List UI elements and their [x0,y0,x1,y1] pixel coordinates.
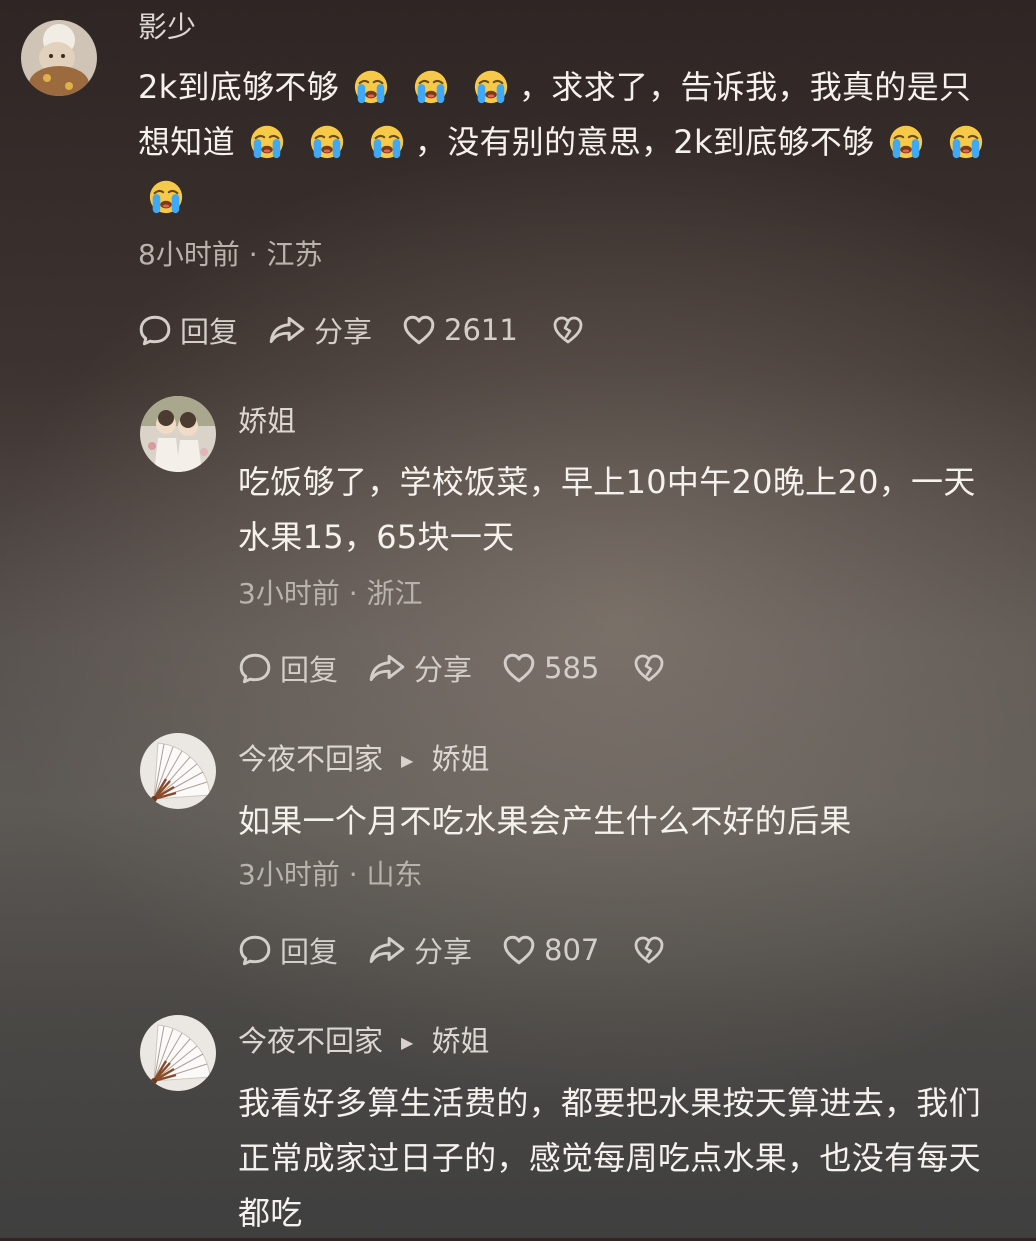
comment-text-line: 都吃 [238,1194,303,1232]
loudly-crying-face-icon [308,122,346,160]
speech-bubble-icon [238,651,272,685]
comment-username-row: 今夜不回家 ▶ 娇姐 [238,741,489,779]
reply-button[interactable]: 回复 [238,929,338,971]
comment-text-line: 正常成家过日子的，感觉每周吃点水果，也没有每天 [238,1139,981,1177]
share-label: 分享 [414,653,473,687]
reply-to-username[interactable]: 娇姐 [431,1024,489,1058]
comment-text-segment: ，求求了，告诉我，我真的是只 [519,68,972,106]
meta-separator: · [348,858,358,891]
comment-meta: 3小时前 · 山东 [238,857,423,893]
comment-username[interactable]: 影少 [138,9,196,45]
loudly-crying-face-icon [352,67,390,105]
share-arrow-icon [368,933,406,967]
comment-time: 3小时前 [238,858,340,891]
loudly-crying-face-icon [412,67,450,105]
meta-separator: · [348,577,358,610]
like-count: 2611 [444,313,518,347]
share-button[interactable]: 分享 [268,309,372,351]
reply-label: 回复 [280,653,339,687]
broken-heart-icon [633,652,665,684]
like-count: 807 [544,933,600,967]
loudly-crying-face-icon [368,122,406,160]
like-count: 585 [544,651,600,685]
comment-text-line: 水果15，65块一天 [238,518,515,556]
comment-username[interactable]: 娇姐 [238,403,296,439]
comment-location: 江苏 [266,238,323,271]
comment-text-line: 我看好多算生活费的，都要把水果按天算进去，我们 [238,1084,981,1122]
comment-text-line: 吃饭够了，学校饭菜，早上10中午20晚上20，一天 [238,463,976,501]
share-label: 分享 [314,315,373,349]
comment-actions: 回复 分享 807 [238,930,703,970]
reply-label: 回复 [180,315,239,349]
broken-heart-icon [552,314,584,346]
comment-username[interactable]: 今夜不回家 [238,742,383,776]
comment-username-row: 今夜不回家 ▶ 娇姐 [238,1023,489,1061]
comment-text-line: 如果一个月不吃水果会产生什么不好的后果 [238,802,852,840]
speech-bubble-icon [238,933,272,967]
avatar[interactable] [140,1015,216,1091]
loudly-crying-face-icon [947,122,985,160]
share-arrow-icon [368,651,406,685]
share-button[interactable]: 分享 [368,929,472,971]
triangle-right-icon: ▶ [401,1033,414,1052]
heart-icon [402,313,436,347]
reply-button[interactable]: 回复 [238,647,338,689]
share-button[interactable]: 分享 [368,647,472,689]
comment-text: 2k到底够不够 ，求求了，告诉我，我真的是只 想知道 ，没有别的意思，2k到底够不够 [138,60,1028,225]
like-button[interactable]: 2611 [402,313,518,347]
reply-to-username[interactable]: 娇姐 [431,742,489,776]
comment-time: 8小时前 [138,238,240,271]
comment-actions: 回复 分享 2611 [138,310,622,350]
comment-location: 浙江 [366,577,423,610]
comment-text-segment: ，没有别的意思，2k到底够不够 [414,123,875,161]
comment-text: 如果一个月不吃水果会产生什么不好的后果 [238,794,1028,849]
reply-button[interactable]: 回复 [138,309,238,351]
dislike-button[interactable] [552,314,592,346]
comment-username[interactable]: 今夜不回家 [238,1024,383,1058]
like-button[interactable]: 585 [502,651,599,685]
heart-icon [502,933,536,967]
comment-text-segment: 2k到底够不够 [138,68,339,106]
comment-meta: 8小时前 · 江苏 [138,237,323,273]
avatar[interactable] [140,733,216,809]
share-label: 分享 [414,935,473,969]
comment-text: 吃饭够了，学校饭菜，早上10中午20晚上20，一天 水果15，65块一天 [238,455,1028,565]
reply-label: 回复 [280,935,339,969]
share-arrow-icon [268,313,306,347]
triangle-right-icon: ▶ [401,751,414,770]
like-button[interactable]: 807 [502,933,599,967]
loudly-crying-face-icon [887,122,925,160]
comment-meta: 3小时前 · 浙江 [238,576,423,612]
comment-time: 3小时前 [238,577,340,610]
loudly-crying-face-icon [472,67,510,105]
meta-separator: · [248,238,258,271]
comment-actions: 回复 分享 585 [238,648,703,688]
heart-icon [502,651,536,685]
avatar[interactable] [140,396,216,472]
dislike-button[interactable] [633,652,673,684]
dislike-button[interactable] [633,934,673,966]
comment-text: 我看好多算生活费的，都要把水果按天算进去，我们 正常成家过日子的，感觉每周吃点水… [238,1076,1028,1241]
avatar[interactable] [21,20,97,96]
comment-location: 山东 [366,858,423,891]
comment-text-segment: 想知道 [138,123,235,161]
broken-heart-icon [633,934,665,966]
loudly-crying-face-icon [248,122,286,160]
speech-bubble-icon [138,313,172,347]
loudly-crying-face-icon [147,177,185,215]
